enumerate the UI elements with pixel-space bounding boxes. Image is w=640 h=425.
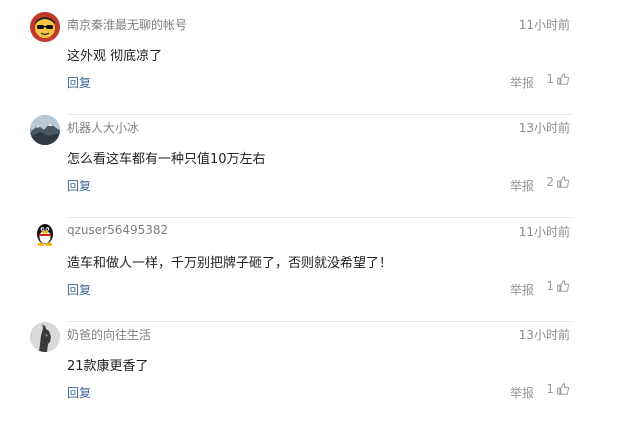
like-count: 2 (546, 175, 554, 189)
comment-item: 机器人大小冰 13小时前 怎么看这车都有一种只值10万左右 回复 举报 2 (30, 115, 572, 218)
like-count: 1 (546, 279, 554, 293)
comment-item: qzuser56495382 11小时前 造车和做人一样，千万别把牌子砸了，否则… (30, 219, 572, 322)
timestamp: 11小时前 (518, 18, 570, 32)
username[interactable]: 机器人大小冰 (67, 119, 139, 136)
like-count: 1 (546, 72, 554, 86)
timestamp: 13小时前 (518, 328, 570, 342)
report-link[interactable]: 举报 (510, 384, 534, 401)
thumbs-up-icon (557, 73, 570, 85)
report-link[interactable]: 举报 (510, 177, 534, 194)
reply-link[interactable]: 回复 (67, 74, 91, 91)
thumbs-up-icon (557, 383, 570, 395)
report-link[interactable]: 举报 (510, 281, 534, 298)
comment-item: 奶爸的向往生活 13小时前 21款康更香了 回复 举报 1 (30, 322, 572, 425)
avatar[interactable] (30, 12, 60, 42)
reply-link[interactable]: 回复 (67, 384, 91, 401)
avatar[interactable] (30, 115, 60, 145)
horse-avatar-icon (30, 322, 60, 352)
comment-text: 造车和做人一样，千万别把牌子砸了，否则就没希望了！ (67, 256, 393, 271)
avatar[interactable] (30, 219, 60, 249)
penguin-avatar-icon (30, 219, 60, 249)
divider (67, 217, 572, 218)
report-link[interactable]: 举报 (510, 74, 534, 91)
thumbs-up-icon (557, 176, 570, 188)
timestamp: 11小时前 (518, 225, 570, 239)
reply-link[interactable]: 回复 (67, 281, 91, 298)
landscape-avatar-icon (30, 115, 60, 145)
like-button[interactable]: 1 (546, 72, 570, 86)
like-button[interactable]: 1 (546, 382, 570, 396)
sunglasses-face-avatar-icon (30, 12, 60, 42)
username[interactable]: 奶爸的向往生活 (67, 326, 151, 343)
like-count: 1 (546, 382, 554, 396)
username[interactable]: qzuser56495382 (67, 223, 168, 237)
comment-item: 南京秦淮最无聊的帐号 11小时前 这外观 彻底凉了 回复 举报 1 (30, 12, 572, 115)
like-button[interactable]: 2 (546, 175, 570, 189)
like-button[interactable]: 1 (546, 279, 570, 293)
comment-text: 怎么看这车都有一种只值10万左右 (67, 152, 266, 167)
reply-link[interactable]: 回复 (67, 177, 91, 194)
comment-text: 这外观 彻底凉了 (67, 49, 163, 64)
timestamp: 13小时前 (518, 121, 570, 135)
avatar[interactable] (30, 322, 60, 352)
thumbs-up-icon (557, 280, 570, 292)
comment-text: 21款康更香了 (67, 359, 149, 374)
username[interactable]: 南京秦淮最无聊的帐号 (67, 16, 187, 33)
